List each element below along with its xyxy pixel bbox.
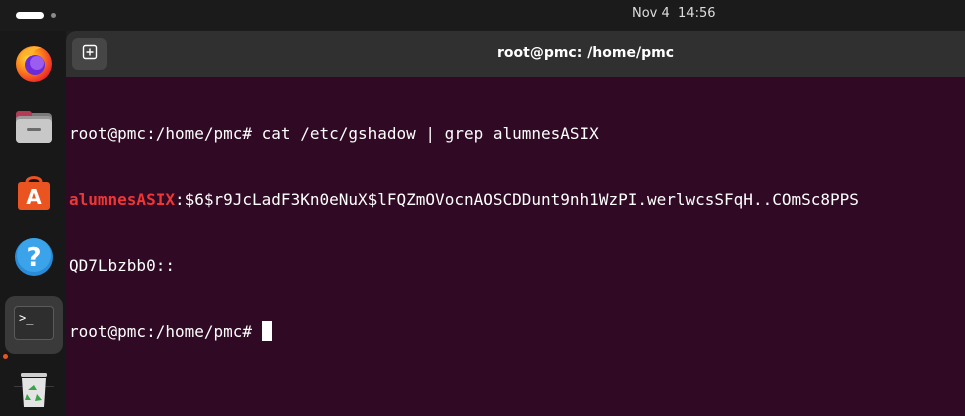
terminal-line-result-cont: QD7Lbzbb0:: bbox=[69, 256, 175, 275]
window-title: root@pmc: /home/pmc bbox=[496, 45, 675, 61]
svg-text:>_: >_ bbox=[19, 311, 34, 325]
group-name: alumnesASIX bbox=[69, 190, 175, 209]
app-center-icon: A bbox=[12, 170, 56, 218]
dock-item-help[interactable]: ? bbox=[5, 230, 63, 288]
terminal-line-prompt: root@pmc:/home/pmc# bbox=[69, 321, 965, 343]
running-indicator bbox=[3, 354, 8, 359]
terminal-line-result: alumnesASIX:$6$r9JcLadF3Kn0eNuX$lFQZmOVo… bbox=[69, 189, 965, 211]
prompt: root@pmc:/home/pmc# bbox=[69, 322, 262, 341]
activities-indicator[interactable] bbox=[16, 12, 44, 19]
workspace-dot[interactable] bbox=[51, 13, 56, 18]
group-entry: :$6$r9JcLadF3Kn0eNuX$lFQZmOVocnAOSCDDunt… bbox=[174, 190, 859, 209]
dock-item-firefox[interactable] bbox=[5, 35, 63, 93]
files-icon bbox=[12, 105, 56, 153]
dock-item-app-center[interactable]: A bbox=[5, 165, 63, 223]
help-icon: ? bbox=[12, 235, 56, 283]
terminal-output[interactable]: root@pmc:/home/pmc# cat /etc/gshadow | g… bbox=[69, 79, 965, 416]
dock: A ? >_ bbox=[0, 31, 66, 416]
trash-icon bbox=[12, 367, 56, 415]
dock-item-trash[interactable] bbox=[5, 362, 63, 416]
terminal-icon: >_ bbox=[12, 301, 56, 349]
terminal-window: root@pmc: /home/pmc root@pmc:/home/pmc# … bbox=[66, 31, 965, 416]
dock-item-files[interactable] bbox=[5, 100, 63, 158]
text-cursor bbox=[261, 321, 272, 341]
clock[interactable]: Nov 4 14:56 bbox=[632, 6, 716, 21]
terminal-line-command: root@pmc:/home/pmc# cat /etc/gshadow | g… bbox=[69, 124, 599, 143]
svg-text:?: ? bbox=[26, 243, 41, 273]
svg-text:A: A bbox=[26, 185, 42, 209]
firefox-icon bbox=[12, 40, 56, 88]
header-bar: root@pmc: /home/pmc bbox=[66, 31, 965, 77]
dock-item-terminal[interactable]: >_ bbox=[5, 296, 63, 354]
top-bar: Nov 4 14:56 bbox=[0, 0, 965, 31]
